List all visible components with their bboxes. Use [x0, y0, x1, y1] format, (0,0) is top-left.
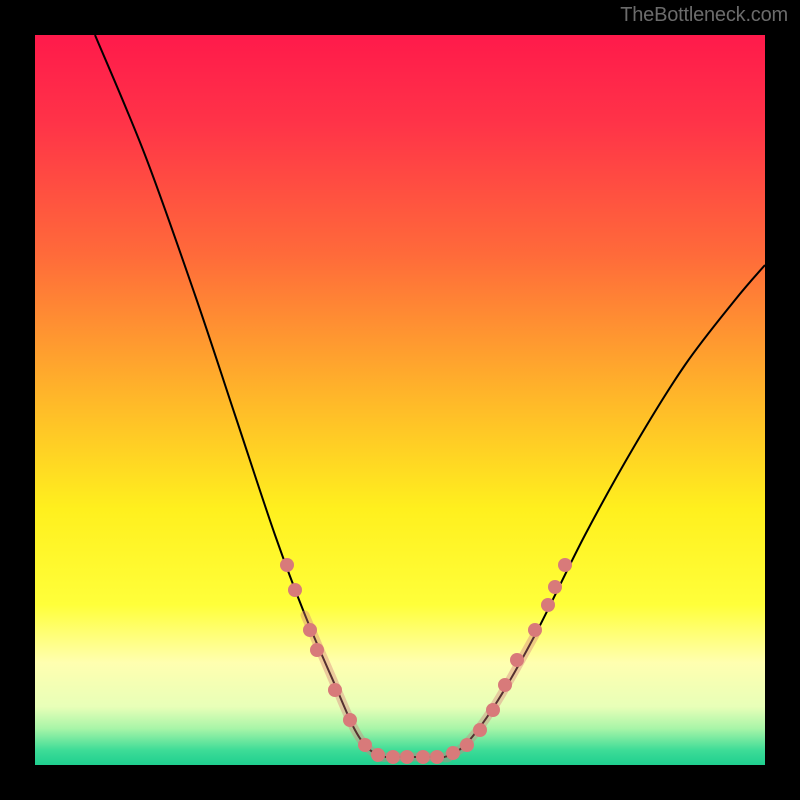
data-marker [416, 750, 430, 764]
data-marker [446, 746, 460, 760]
data-marker [386, 750, 400, 764]
data-marker [328, 683, 342, 697]
data-marker [343, 713, 357, 727]
data-marker [303, 623, 317, 637]
data-marker [430, 750, 444, 764]
data-marker [460, 738, 474, 752]
data-marker [498, 678, 512, 692]
data-marker [528, 623, 542, 637]
data-marker [358, 738, 372, 752]
data-marker [473, 723, 487, 737]
data-marker [371, 748, 385, 762]
curve-left-descending-curve [95, 35, 385, 757]
data-marker [548, 580, 562, 594]
data-marker [288, 583, 302, 597]
curve-right-ascending-curve [445, 265, 765, 757]
plot-area [35, 35, 765, 765]
data-marker [400, 750, 414, 764]
data-marker [280, 558, 294, 572]
data-marker [558, 558, 572, 572]
data-marker [541, 598, 555, 612]
data-marker [510, 653, 524, 667]
data-marker [486, 703, 500, 717]
data-marker [310, 643, 324, 657]
curve-layer [35, 35, 765, 765]
watermark-text: TheBottleneck.com [620, 4, 788, 27]
